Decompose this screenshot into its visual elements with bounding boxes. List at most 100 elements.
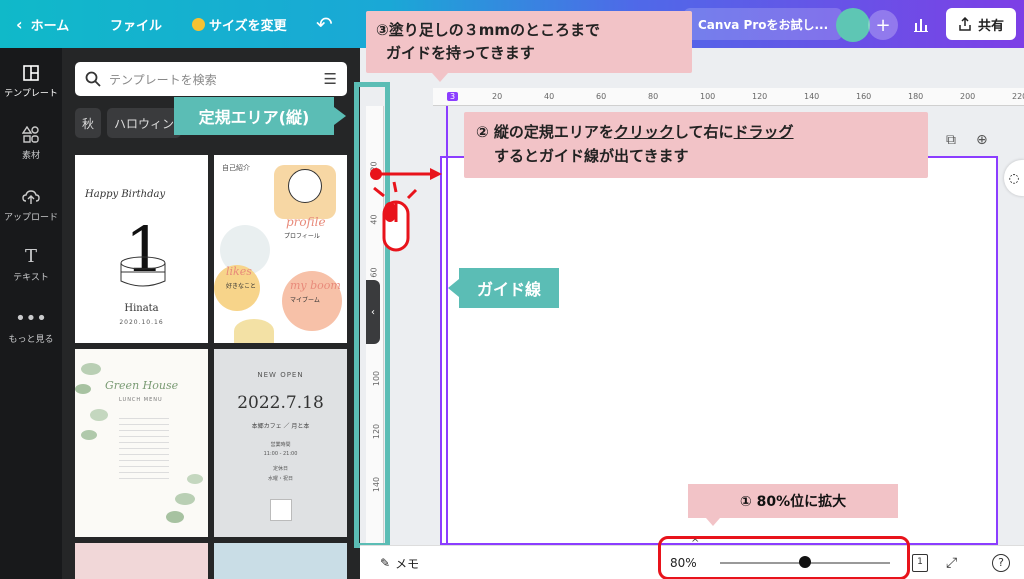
- share-label: 共有: [977, 18, 1004, 34]
- ruler-tick-label: 120: [752, 92, 768, 101]
- shapes-icon: [22, 126, 39, 143]
- home-button[interactable]: ‹ ホーム: [16, 0, 69, 48]
- ruler-tick-label: 220: [1012, 92, 1024, 101]
- fullscreen-icon[interactable]: ⤢: [946, 546, 957, 579]
- rail-uploads[interactable]: アップロード: [0, 188, 62, 223]
- template-script: Happy Birthday: [85, 189, 166, 200]
- notes-label: メモ: [395, 556, 420, 571]
- help-icon[interactable]: ?: [992, 546, 1010, 579]
- template-title: profile: [286, 215, 326, 229]
- template-date: 2020.10.16: [119, 319, 164, 326]
- template-name: Hinata: [124, 303, 159, 314]
- home-label: ホーム: [30, 18, 70, 34]
- ruler-tick-label: 40: [544, 92, 555, 101]
- menu-lines: [119, 413, 169, 483]
- zoom-slider-knob[interactable]: [799, 556, 811, 568]
- template-line: 本郷カフェ ／ 月と本: [251, 423, 310, 430]
- template-partial[interactable]: [214, 543, 347, 579]
- horizontal-ruler[interactable]: [433, 88, 1024, 106]
- drag-callout: ② 縦の定規エリアをクリックして右にドラッグ するとガイド線が出てきます: [464, 112, 928, 178]
- share-button[interactable]: 共有: [946, 8, 1016, 40]
- upload-icon: [22, 190, 40, 204]
- insights-button[interactable]: [906, 10, 936, 40]
- template-hours-label: 営業時間: [270, 442, 291, 448]
- rail-more[interactable]: ••• もっと見る: [0, 308, 62, 346]
- more-icon: •••: [15, 308, 47, 329]
- rail-label: 素材: [21, 151, 40, 161]
- ruler-tick-label: 200: [960, 92, 976, 101]
- add-page-icon[interactable]: ⊕: [976, 132, 988, 148]
- text-icon: T: [24, 246, 37, 267]
- bleed-callout-line1: ③塗り足しの３mmのところまで: [376, 21, 600, 39]
- duplicate-page-icon[interactable]: ⧉: [946, 132, 956, 148]
- template-title: Green House: [105, 379, 179, 392]
- search-placeholder: テンプレートを検索: [109, 72, 217, 87]
- ruler-tick-label: 20: [492, 92, 503, 101]
- label-arrow: [448, 279, 459, 297]
- search-input[interactable]: テンプレートを検索 ☰: [75, 62, 347, 96]
- pages-icon: 1: [912, 554, 928, 572]
- ruler-tick-label: 140: [804, 92, 820, 101]
- rail-label: テンプレート: [4, 89, 58, 99]
- template-date: 2022.7.18: [237, 393, 324, 413]
- portrait-face: [288, 169, 322, 203]
- chevron-left-icon: ‹: [16, 14, 23, 34]
- drag-callout-line2: するとガイド線が出てきます: [494, 147, 689, 165]
- rail-templates[interactable]: テンプレート: [0, 64, 62, 99]
- ruler-tick-label: 180: [908, 92, 924, 101]
- undo-icon: ↶: [316, 12, 333, 36]
- callout-tail: [706, 518, 720, 526]
- template-profile[interactable]: 自己紹介 profile プロフィール likes 好きなこと my boom …: [214, 155, 347, 343]
- template-birthday[interactable]: Happy Birthday 1 Hinata 2020.10.16: [75, 155, 208, 343]
- plus-icon: +: [875, 14, 891, 36]
- ruler-marker: 3: [447, 92, 459, 101]
- resize-label: サイズを変更: [209, 18, 287, 34]
- search-icon: [85, 71, 101, 87]
- guide-line-label: ガイド線: [459, 268, 559, 308]
- template-boom: my boom: [290, 279, 341, 292]
- crown-icon: [192, 17, 205, 31]
- undo-button[interactable]: ↶: [316, 0, 333, 48]
- drag-callout-line1: ② 縦の定規エリアをクリックして右にドラッグ: [476, 120, 916, 144]
- bleed-callout: ③塗り足しの３mmのところまで ガイドを持ってきます: [366, 11, 692, 73]
- add-member-button[interactable]: +: [868, 10, 898, 40]
- side-rail: テンプレート 素材 アップロード T テキスト ••• もっと見る: [0, 48, 62, 579]
- rail-label: テキスト: [13, 273, 49, 283]
- notes-icon: ✎: [380, 556, 391, 570]
- template-likes: likes: [226, 265, 252, 278]
- template-partial[interactable]: [75, 543, 208, 579]
- pro-trial-button[interactable]: Canva Proをお試し...: [684, 8, 843, 40]
- template-head: 自己紹介: [222, 164, 250, 172]
- ruler-tick-label: 160: [856, 92, 872, 101]
- guide-line[interactable]: [446, 106, 448, 545]
- drag-text-underlined: ドラッグ: [733, 123, 794, 141]
- rail-text[interactable]: T テキスト: [0, 246, 62, 284]
- notes-button[interactable]: ✎ メモ: [380, 546, 419, 579]
- template-sub: プロフィール: [284, 233, 320, 240]
- callout-tail: [432, 73, 448, 82]
- drag-text-underlined: クリック: [613, 123, 674, 141]
- template-greenhouse[interactable]: Green House LUNCH MENU: [75, 349, 208, 537]
- template-tag: NEW OPEN: [257, 371, 304, 379]
- rail-label: アップロード: [3, 213, 58, 223]
- template-closed: 水曜・祝日: [267, 476, 293, 482]
- rail-elements[interactable]: 素材: [0, 126, 62, 161]
- logo-mark: [270, 499, 292, 521]
- template-hours: 11:00 - 21:00: [263, 451, 298, 457]
- zoom-value[interactable]: 80%: [670, 546, 697, 579]
- ruler-tick-label: 100: [700, 92, 716, 101]
- chip-halloween[interactable]: ハロウィン: [107, 108, 182, 138]
- zoom-callout: ① 80%位に拡大: [688, 484, 898, 518]
- resize-button[interactable]: サイズを変更: [192, 0, 287, 48]
- bar-chart-icon: [914, 19, 928, 32]
- rail-label: もっと見る: [8, 335, 54, 345]
- ruler-area-label: 定規エリア(縦): [174, 97, 334, 135]
- template-likes-sub: 好きなこと: [226, 283, 257, 290]
- cake-illustration: [120, 256, 166, 287]
- avatar[interactable]: [836, 8, 870, 42]
- page-count-button[interactable]: 1: [912, 546, 928, 579]
- filter-icon[interactable]: ☰: [324, 70, 337, 88]
- file-menu[interactable]: ファイル: [110, 0, 162, 48]
- chip-autumn[interactable]: 秋: [75, 108, 102, 138]
- template-newopen[interactable]: NEW OPEN 2022.7.18 本郷カフェ ／ 月と本 営業時間 11:0…: [214, 349, 347, 537]
